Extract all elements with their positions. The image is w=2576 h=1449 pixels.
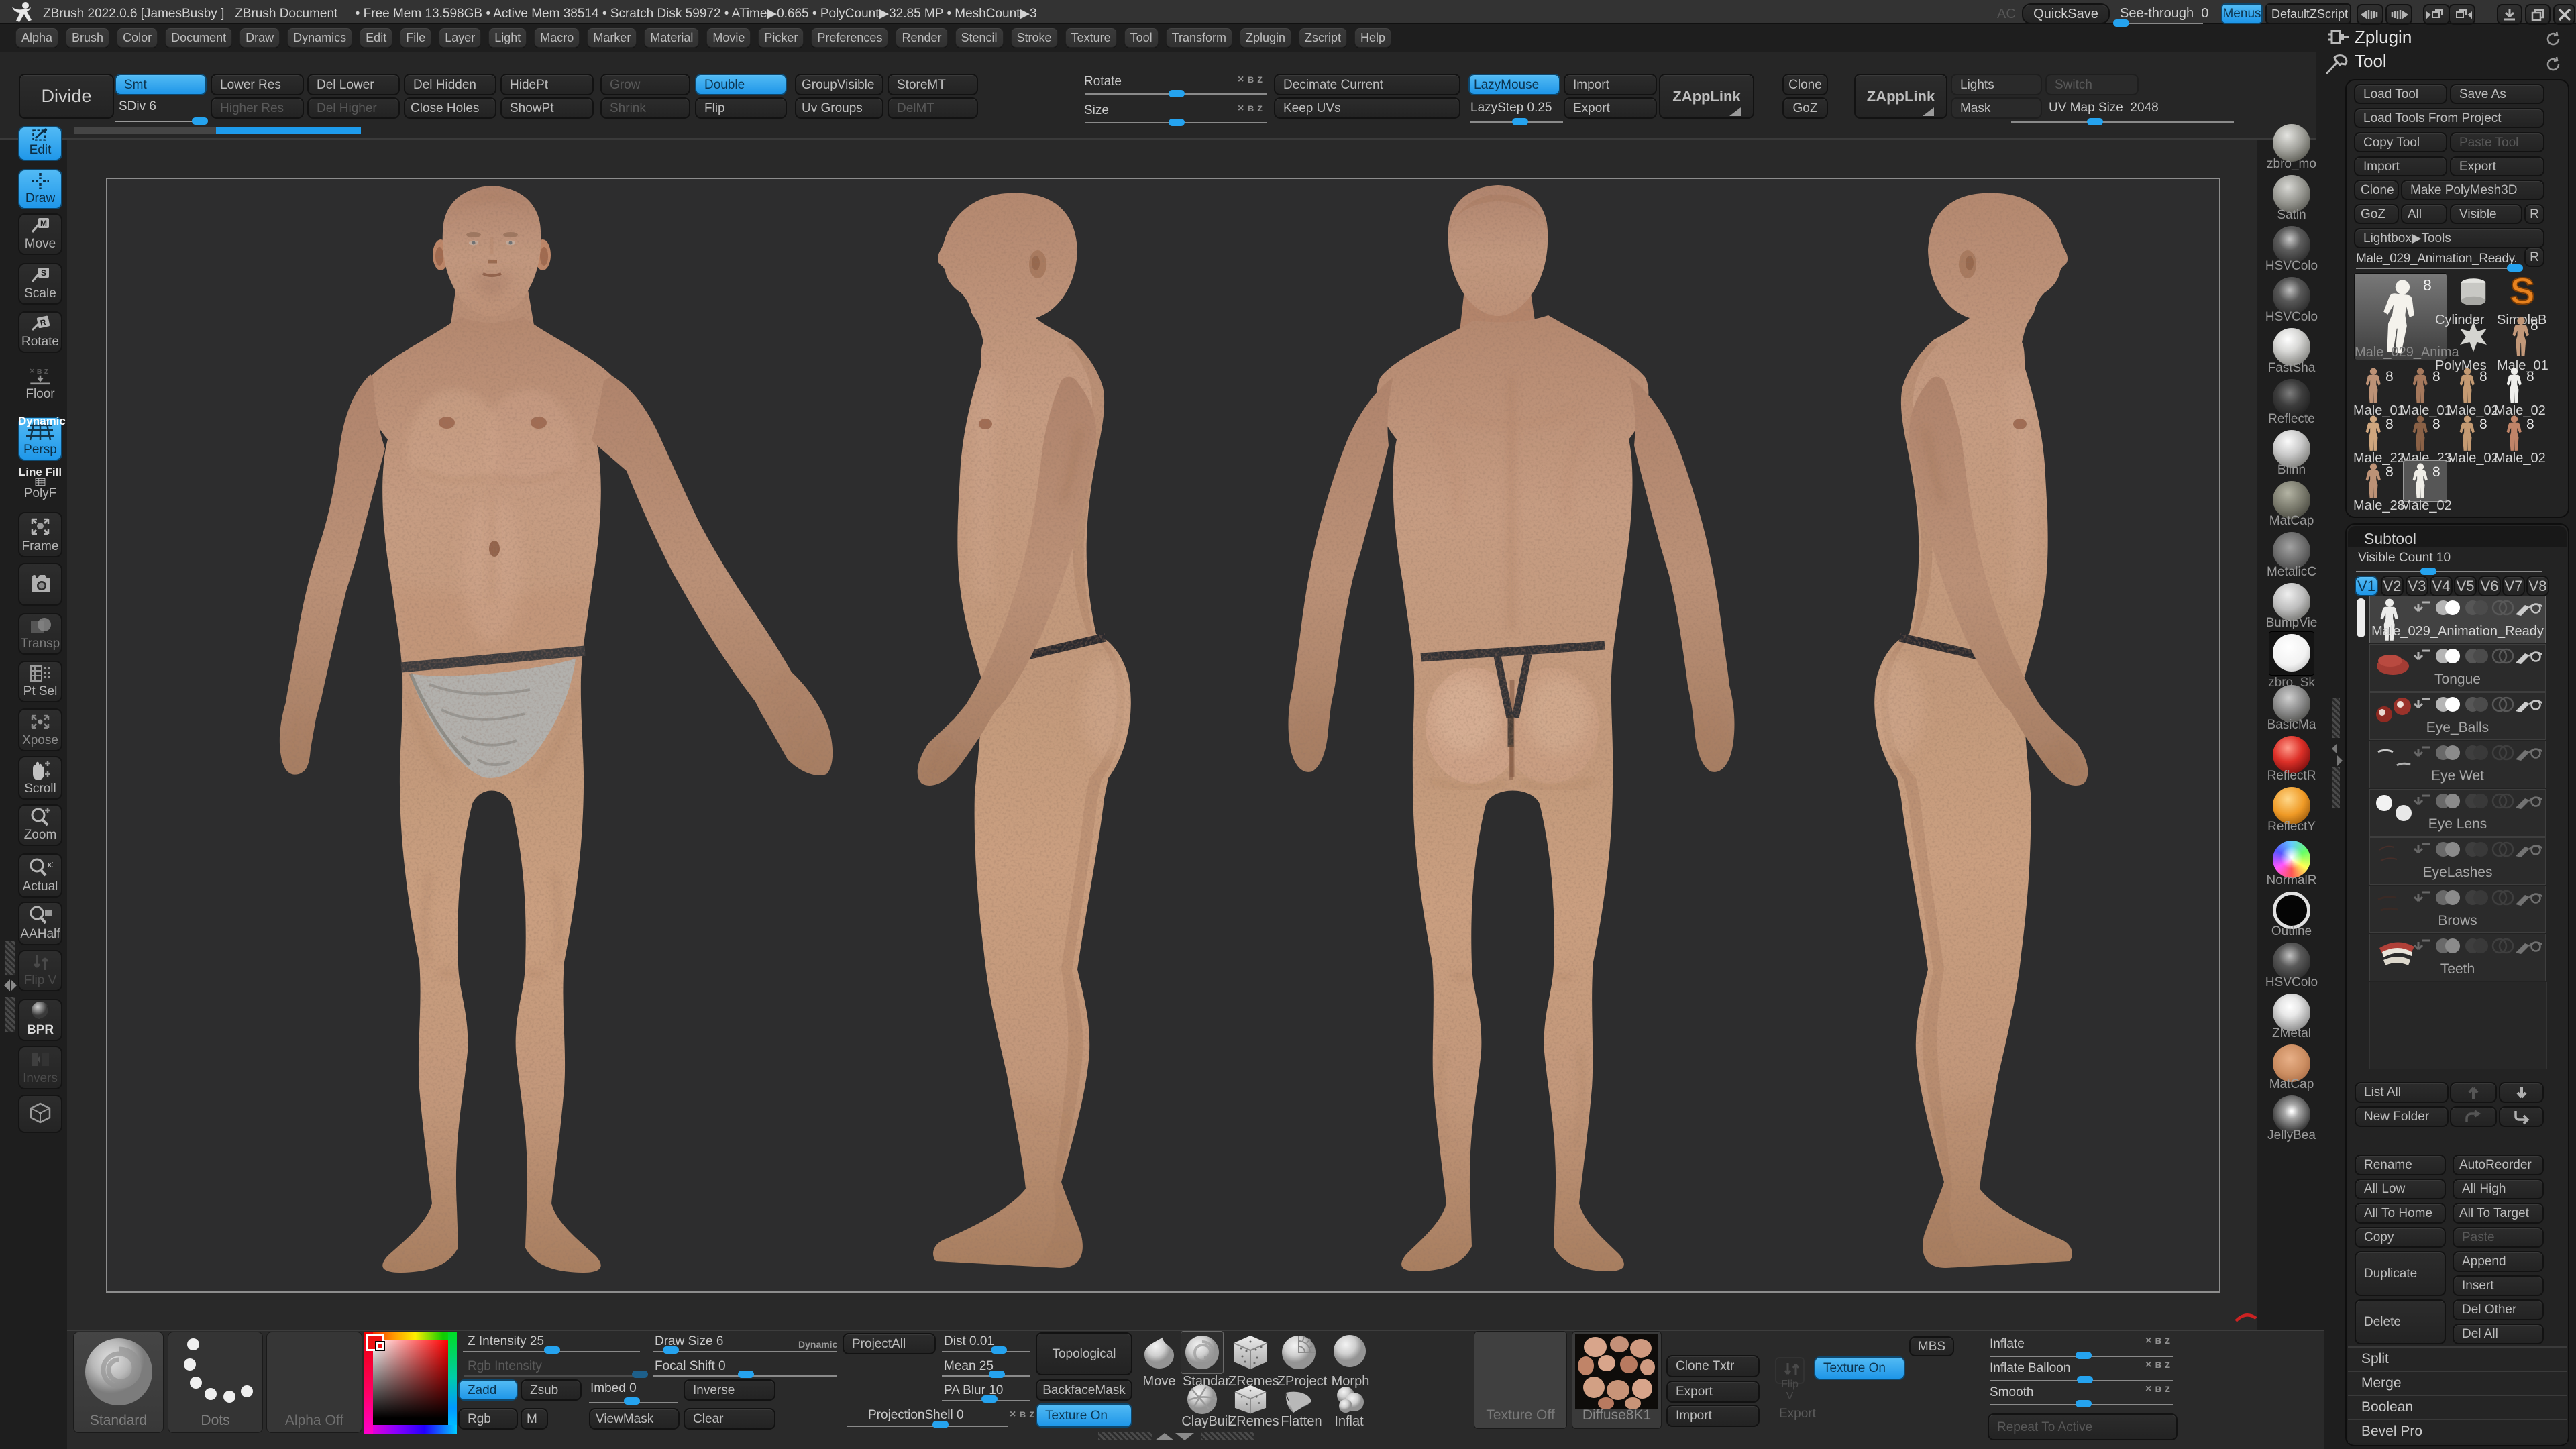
svg-text:M: M	[40, 219, 47, 228]
svg-text:x1: x1	[47, 859, 53, 869]
svg-text:S: S	[2510, 272, 2534, 312]
svg-text:S: S	[41, 268, 46, 278]
